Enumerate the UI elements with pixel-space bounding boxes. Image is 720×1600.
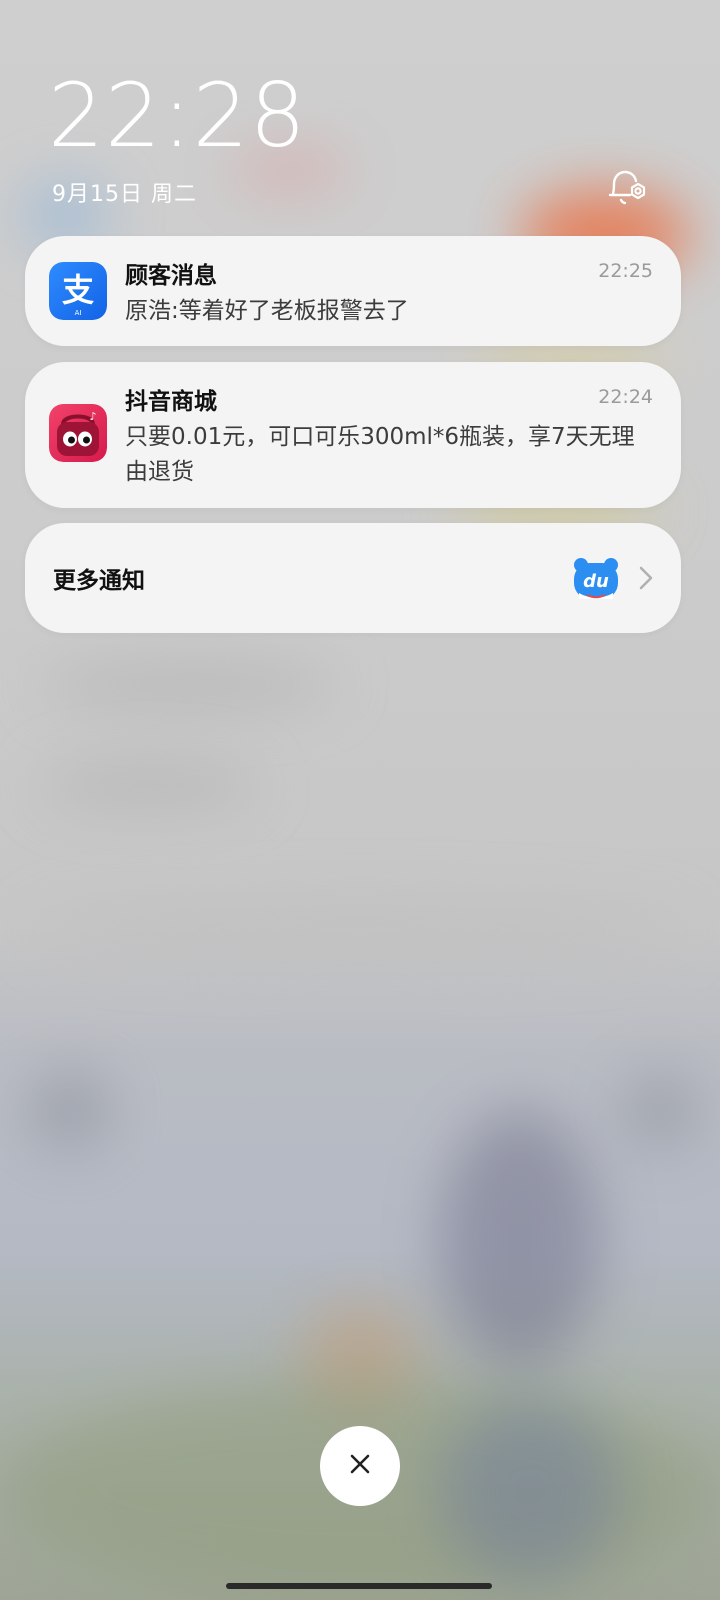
notification-settings-icon[interactable] — [604, 164, 652, 212]
lockscreen-clock: 22:28 — [48, 64, 307, 167]
lockscreen-date: 9月15日 周二 — [52, 182, 197, 207]
svg-text:AI: AI — [75, 309, 82, 317]
svg-text:♪: ♪ — [89, 410, 96, 423]
notification-title: 顾客消息 — [125, 263, 217, 289]
chevron-right-icon — [635, 563, 657, 593]
notification-body: 原浩:等着好了老板报警去了 — [125, 298, 409, 324]
close-button[interactable] — [320, 1426, 400, 1506]
notification-card[interactable]: 支 AI 顾客消息 22:25 原浩:等着好了老板报警去了 — [25, 236, 681, 346]
baidu-du-icon: du — [571, 553, 621, 603]
notification-body: 只要0.01元，可口可乐300ml*6瓶装，享7天无理由退货 — [125, 424, 635, 485]
more-notifications-row[interactable]: 更多通知 du — [25, 523, 681, 633]
more-notifications-label: 更多通知 — [53, 568, 145, 594]
svg-text:支: 支 — [62, 271, 94, 309]
alipay-icon: 支 AI — [49, 262, 107, 320]
douyin-mall-icon: ♪ — [49, 404, 107, 462]
notification-time: 22:25 — [598, 260, 653, 282]
svg-text:du: du — [583, 571, 609, 592]
notification-time: 22:24 — [598, 386, 653, 408]
home-indicator[interactable] — [226, 1583, 492, 1589]
notification-card[interactable]: ♪ 抖音商城 22:24 只要0.01元，可口可乐300ml*6瓶装，享7天无理… — [25, 362, 681, 508]
close-icon — [347, 1451, 373, 1481]
notification-title: 抖音商城 — [125, 389, 217, 415]
